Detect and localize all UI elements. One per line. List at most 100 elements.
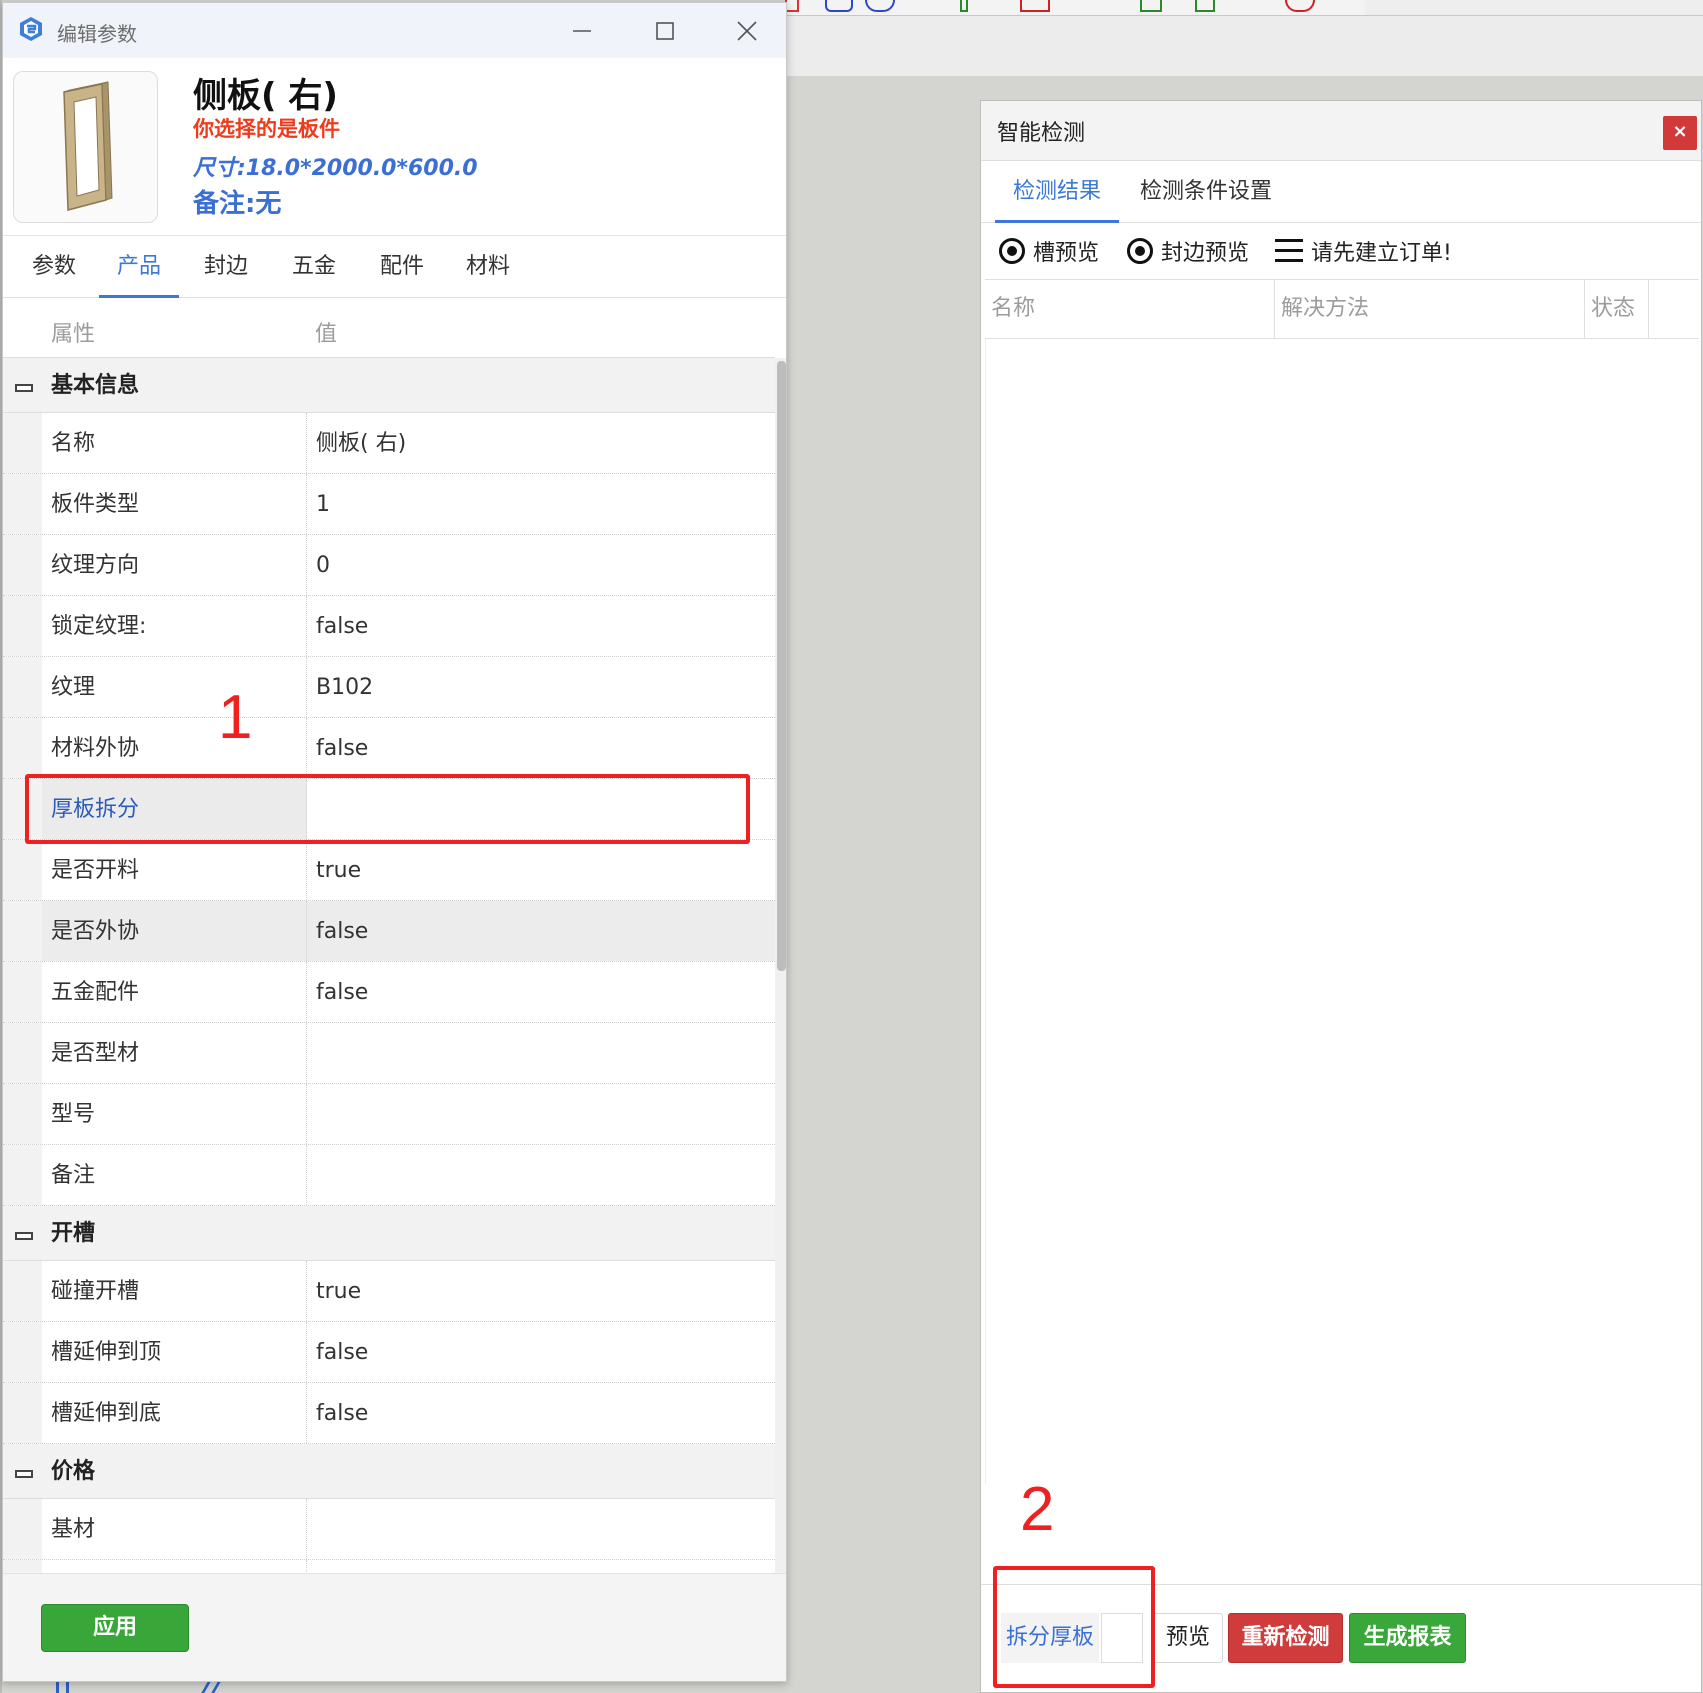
property-value[interactable]: false	[307, 962, 775, 1022]
redetect-button[interactable]: 重新检测	[1228, 1613, 1343, 1663]
category-price[interactable]: 价格	[3, 1444, 775, 1499]
toolbar-glyph	[960, 0, 968, 12]
annotation-highlight-2	[993, 1566, 1155, 1688]
smart-detection-panel: 智能检测 × 检测结果 检测条件设置 槽预览 封边预览 请先建立订单! 名称 解…	[980, 100, 1702, 1693]
radio-selected-icon	[1127, 238, 1153, 264]
property-row[interactable]: 五金配件 false	[3, 962, 775, 1023]
property-name: 槽延伸到顶	[42, 1322, 307, 1382]
panel-title: 智能检测	[997, 121, 1086, 146]
close-button[interactable]	[723, 13, 771, 49]
property-value[interactable]	[307, 1145, 775, 1205]
window-titlebar[interactable]: 编辑参数	[3, 3, 786, 58]
tab-detection-settings[interactable]: 检测条件设置	[1131, 161, 1281, 223]
groove-preview-toggle[interactable]: 槽预览	[999, 233, 1099, 269]
tab-edge-banding[interactable]: 封边	[193, 236, 259, 298]
property-value[interactable]	[307, 1084, 775, 1144]
property-row[interactable]: 材料外协 false	[3, 718, 775, 779]
edit-tabs: 参数 产品 封边 五金 配件 材料	[3, 236, 786, 298]
preview-button[interactable]: 预览	[1153, 1613, 1223, 1663]
background-toolbar	[785, 0, 1365, 16]
detection-tabs: 检测结果 检测条件设置	[981, 161, 1701, 223]
background-canvas	[787, 16, 1703, 76]
property-value[interactable]: false	[307, 718, 775, 778]
property-value[interactable]: false	[307, 901, 775, 961]
toolbar-glyph	[1195, 0, 1215, 12]
collapse-icon[interactable]	[15, 1470, 33, 1478]
detection-toolbar: 槽预览 封边预览 请先建立订单!	[981, 223, 1701, 279]
results-table-header: 名称 解决方法 状态	[985, 279, 1699, 339]
toolbar-glyph	[1020, 0, 1050, 12]
collapse-icon[interactable]	[15, 1232, 33, 1240]
app-logo-icon	[20, 17, 42, 41]
property-value[interactable]	[307, 1023, 775, 1083]
minimize-icon	[573, 30, 591, 32]
category-grooving[interactable]: 开槽	[3, 1206, 775, 1261]
property-row[interactable]: 名称 侧板( 右)	[3, 413, 775, 474]
property-row[interactable]: 槽延伸到底 false	[3, 1383, 775, 1444]
annotation-number-2: 2	[1020, 1475, 1055, 1544]
tab-params[interactable]: 参数	[21, 236, 87, 298]
tab-hardware[interactable]: 五金	[281, 236, 347, 298]
property-value[interactable]: false	[307, 596, 775, 656]
category-label: 开槽	[51, 1221, 96, 1246]
collapse-icon[interactable]	[15, 384, 33, 392]
column-header-solution: 解决方法	[1275, 280, 1585, 338]
property-value[interactable]: 0	[307, 535, 775, 595]
property-value[interactable]: 1	[307, 474, 775, 534]
tab-accessories[interactable]: 配件	[369, 236, 435, 298]
panel-titlebar[interactable]: 智能检测 ×	[981, 101, 1701, 161]
tab-materials[interactable]: 材料	[455, 236, 521, 298]
tab-detection-results[interactable]: 检测结果	[995, 161, 1119, 223]
property-row[interactable]: 纹理 B102	[3, 657, 775, 718]
property-value[interactable]: true	[307, 840, 775, 900]
property-value[interactable]: true	[307, 1261, 775, 1321]
property-value[interactable]: B102	[307, 657, 775, 717]
property-grid-header: 属性 值	[3, 298, 775, 358]
generate-report-button[interactable]: 生成报表	[1349, 1613, 1466, 1663]
property-name: 基材	[42, 1499, 307, 1559]
property-name: 五金配件	[42, 962, 307, 1022]
annotation-number-1: 1	[218, 683, 253, 752]
property-row[interactable]: 基材	[3, 1499, 775, 1560]
toolbar-glyph	[1285, 0, 1315, 12]
panel-close-button[interactable]: ×	[1663, 116, 1697, 150]
property-name: 纹理	[42, 657, 307, 717]
property-value[interactable]	[307, 1499, 775, 1559]
apply-button[interactable]: 应用	[41, 1604, 189, 1652]
results-table-body	[985, 339, 1699, 1484]
property-row[interactable]: 是否外协 false	[3, 901, 775, 962]
property-row[interactable]: 是否型材	[3, 1023, 775, 1084]
property-value[interactable]: false	[307, 1322, 775, 1382]
column-header-property: 属性	[51, 322, 96, 347]
menu-icon	[1275, 239, 1303, 263]
tab-product[interactable]: 产品	[99, 236, 179, 298]
toolbar-glyph	[785, 0, 799, 12]
property-row[interactable]: 碰撞开槽 true	[3, 1261, 775, 1322]
category-label: 价格	[51, 1459, 96, 1484]
property-name: 锁定纹理:	[42, 596, 307, 656]
edge-preview-label: 封边预览	[1161, 241, 1250, 266]
property-row[interactable]: 型号	[3, 1084, 775, 1145]
order-menu[interactable]: 请先建立订单!	[1275, 233, 1452, 269]
edit-window-footer: 应用	[3, 1573, 786, 1681]
maximize-button[interactable]	[641, 13, 689, 49]
property-row[interactable]: 锁定纹理: false	[3, 596, 775, 657]
property-name: 是否开料	[42, 840, 307, 900]
property-row[interactable]: 备注	[3, 1145, 775, 1206]
property-name: 纹理方向	[42, 535, 307, 595]
background-toolbar-right	[1365, 0, 1703, 16]
grid-scrollbar-thumb[interactable]	[777, 361, 786, 971]
property-row[interactable]	[3, 1560, 775, 1573]
side-panel-3d-icon	[63, 81, 113, 211]
edge-preview-toggle[interactable]: 封边预览	[1127, 233, 1249, 269]
property-value[interactable]: 侧板( 右)	[307, 413, 775, 473]
category-label: 基本信息	[51, 373, 140, 398]
property-row[interactable]: 纹理方向 0	[3, 535, 775, 596]
property-row[interactable]: 槽延伸到顶 false	[3, 1322, 775, 1383]
minimize-button[interactable]	[558, 13, 606, 49]
category-basic-info[interactable]: 基本信息	[3, 358, 775, 413]
property-row[interactable]: 是否开料 true	[3, 840, 775, 901]
property-value[interactable]	[307, 1560, 775, 1573]
property-row[interactable]: 板件类型 1	[3, 474, 775, 535]
property-value[interactable]: false	[307, 1383, 775, 1443]
